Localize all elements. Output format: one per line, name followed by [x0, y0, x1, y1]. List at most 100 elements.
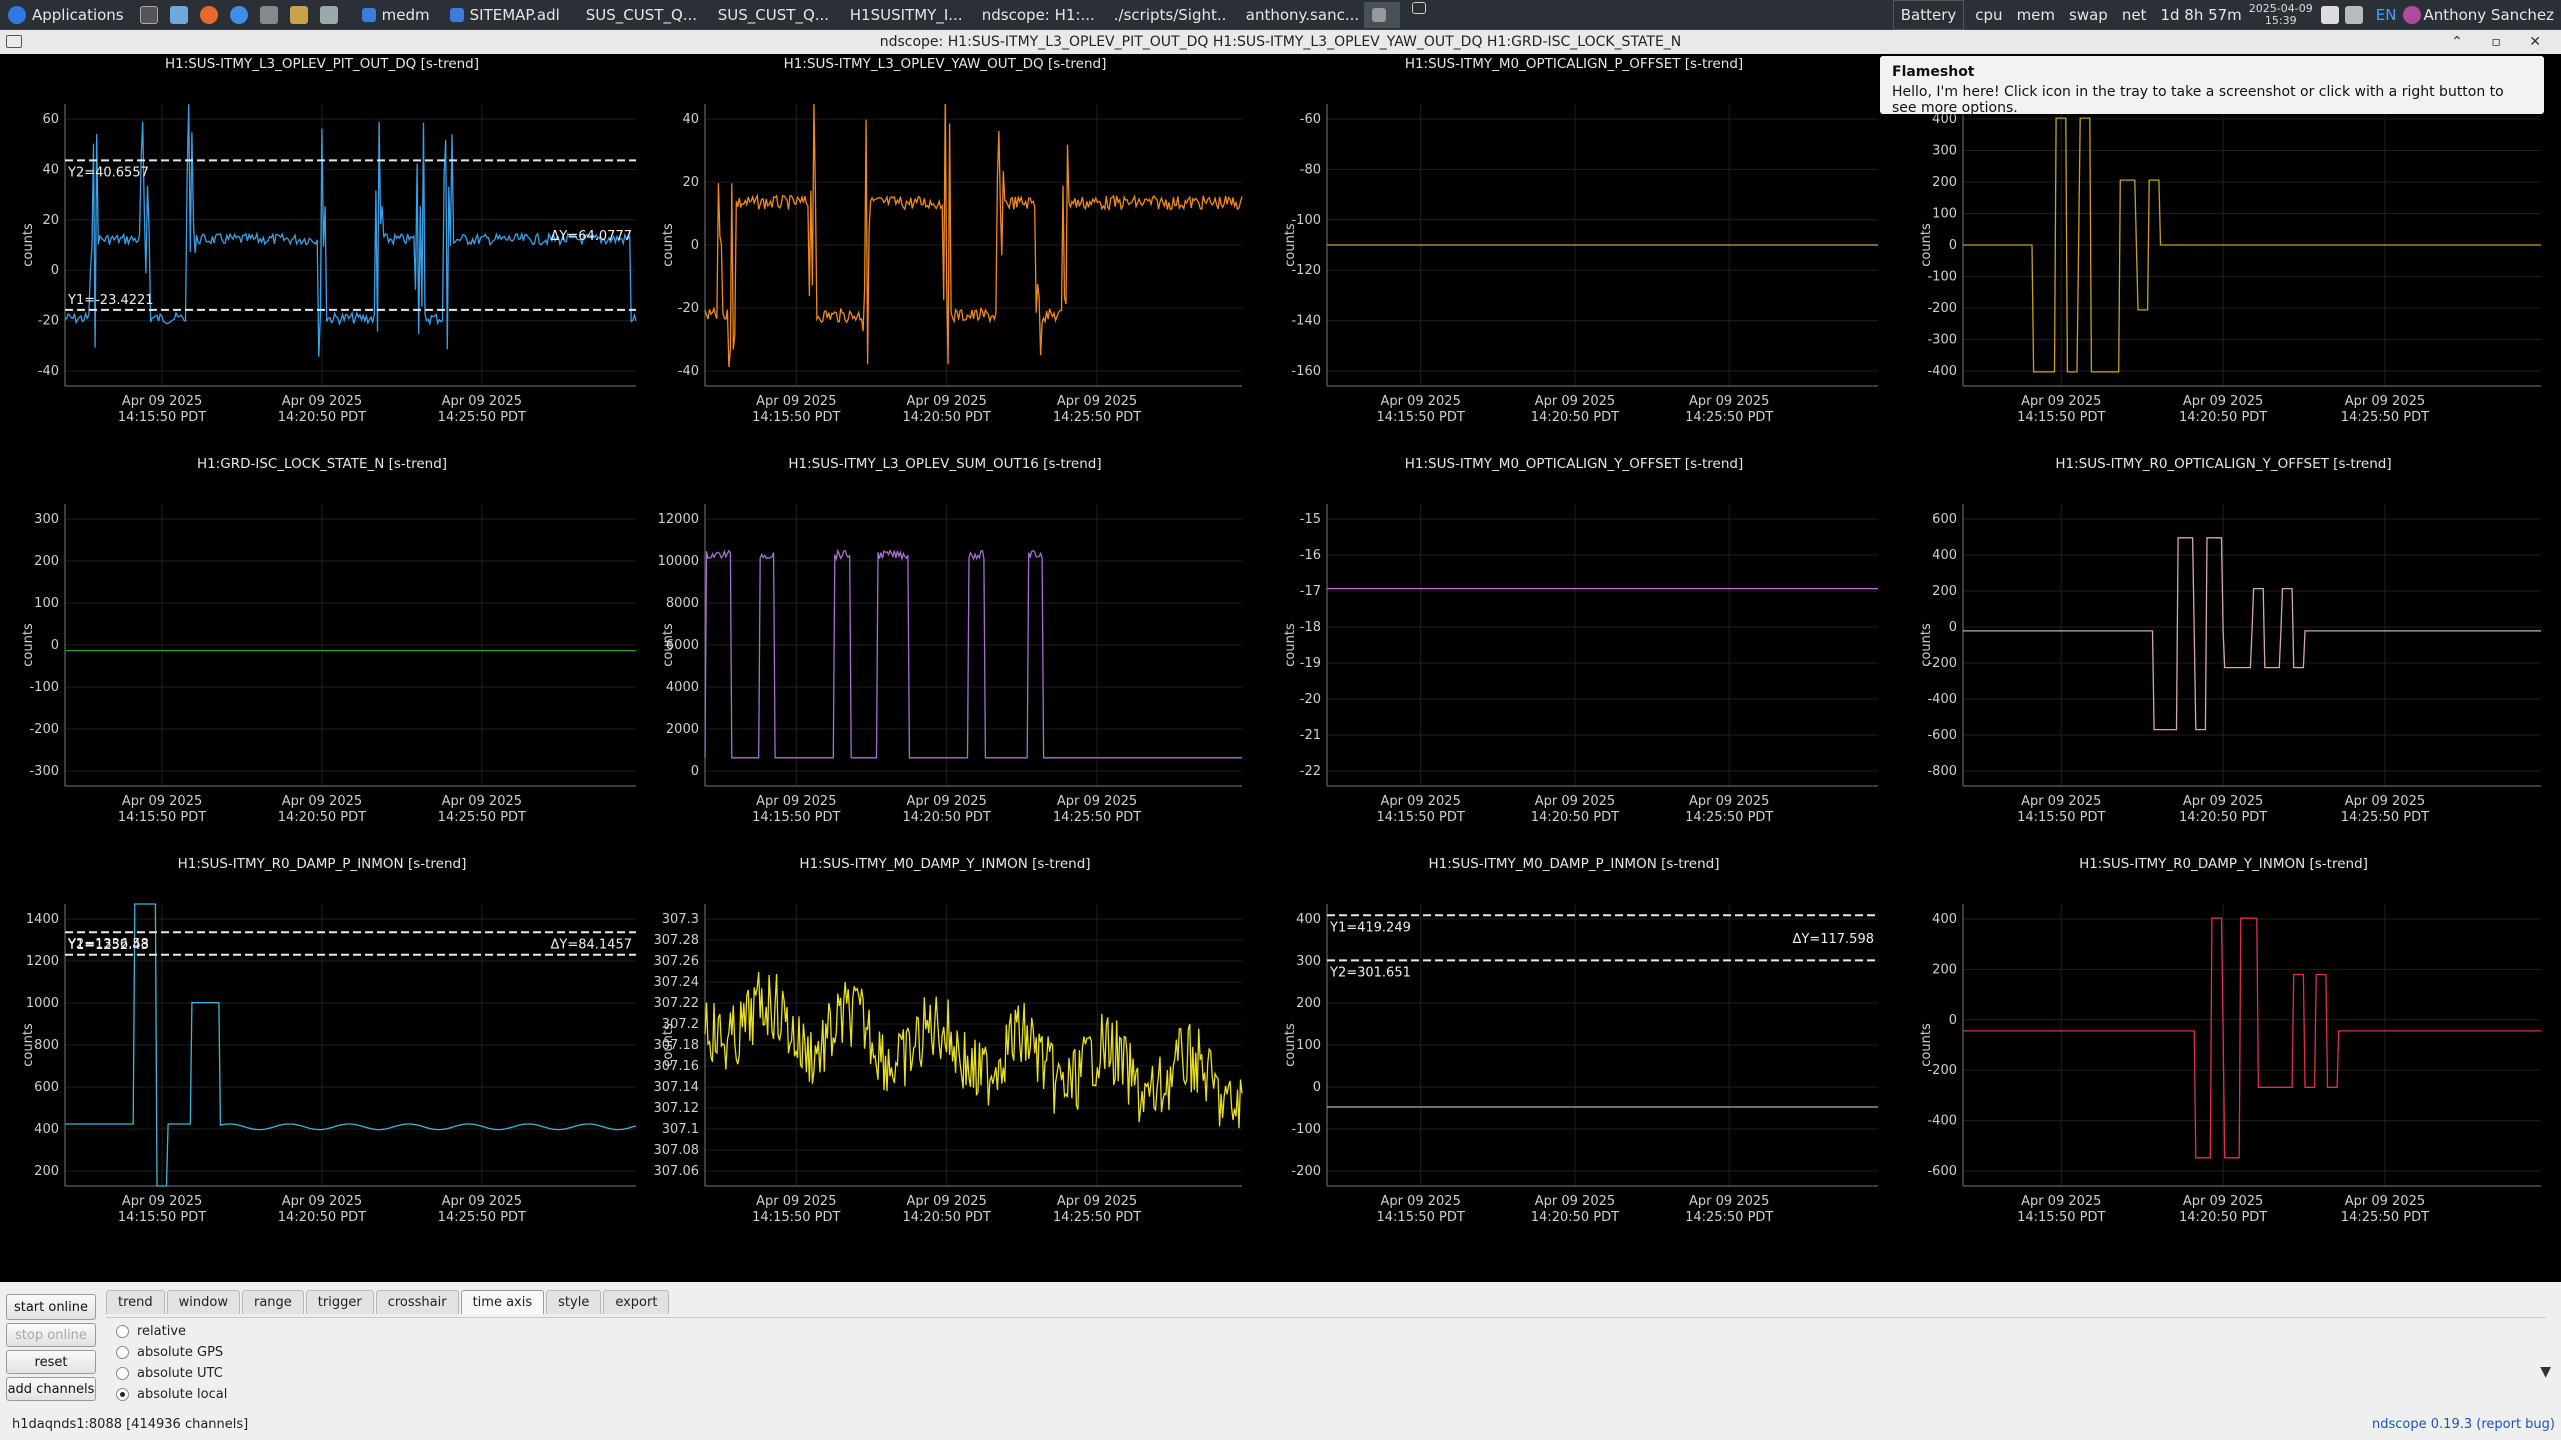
taskbar-task[interactable] — [1363, 1, 1400, 28]
swap-monitor[interactable]: swap — [2062, 0, 2115, 30]
plot-canvas[interactable]: counts3002001000-100-200-300Apr 09 20251… — [0, 454, 644, 854]
plot-panel[interactable]: H1:SUS-ITMY_M0_DAMP_Y_INMON [s-trend] cou… — [640, 854, 1250, 1254]
firefox-icon[interactable] — [199, 5, 218, 24]
tab-range[interactable]: range — [241, 1290, 304, 1314]
radio-option[interactable]: absolute UTC — [116, 1366, 223, 1381]
y-tick-label: -21 — [1300, 728, 1321, 743]
plot-panel[interactable]: H1:SUS-ITMY_R0_DAMP_Y_INMON [s-trend] cou… — [1898, 854, 2549, 1254]
plot-panel[interactable]: H1:SUS-ITMY_R0_DAMP_P_INMON [s-trend] cou… — [0, 854, 644, 1254]
add-channels-button[interactable]: add channels — [6, 1377, 96, 1401]
plot-panel[interactable]: H1:SUS-ITMY_L3_OPLEV_SUM_OUT16 [s-trend]… — [640, 454, 1250, 854]
keyboard-layout[interactable]: EN — [2369, 0, 2404, 30]
version-link[interactable]: ndscope 0.19.3 — [2372, 1417, 2472, 1432]
plot-canvas[interactable]: counts6040200-20-40Apr 09 202514:15:50 P… — [0, 54, 644, 454]
taskbar-task[interactable]: anthony.sanc... — [1232, 2, 1360, 28]
files-icon[interactable] — [289, 5, 308, 24]
taskbar-task[interactable]: ./scripts/Sight... — [1100, 2, 1228, 28]
window-controls[interactable]: ⌃ ▫ ✕ — [2451, 30, 2553, 54]
mem-monitor[interactable]: mem — [2010, 0, 2062, 30]
y-tick-label: 300 — [34, 512, 59, 527]
chevron-down-icon[interactable]: ▼ — [2540, 1364, 2551, 1380]
share-icon[interactable] — [259, 5, 278, 24]
version-info: ndscope 0.19.3 (report bug) — [2372, 1417, 2555, 1432]
network-tray-icon[interactable] — [2344, 5, 2363, 24]
x-tick-date: Apr 09 2025 — [442, 1194, 522, 1209]
plot-panel[interactable]: H1:SUS-ITMY_L3_OPLEV_PIT_OUT_DQ [s-trend… — [0, 54, 644, 454]
plot-canvas[interactable]: counts307.3307.28307.26307.24307.22307.2… — [640, 854, 1250, 1254]
crosshair-y2-label: Y1=419.249 — [1329, 920, 1411, 935]
net-monitor[interactable]: net — [2115, 0, 2154, 30]
y-tick-label: -100 — [1291, 213, 1321, 228]
plot-panel[interactable]: H1:GRD-ISC_LOCK_STATE_N [s-trend] counts 3… — [0, 454, 644, 854]
taskbar-task[interactable]: SITEMAP.adl — [442, 2, 568, 28]
tab-style[interactable]: style — [546, 1290, 602, 1314]
clock[interactable]: 2025-04-09 15:39 — [2249, 2, 2313, 27]
tab-window[interactable]: window — [166, 1290, 240, 1314]
terminal-icon[interactable] — [139, 5, 158, 24]
plot-panel[interactable]: H1:SUS-ITMY_L3_OPLEV_YAW_OUT_DQ [s-trend… — [640, 54, 1250, 454]
radio-option[interactable]: relative — [116, 1324, 186, 1339]
radio-button[interactable] — [116, 1367, 129, 1380]
plot-panel[interactable]: H1:SUS-ITMY_M0_OPTICALIGN_P_OFFSET [s-tr… — [1262, 54, 1886, 454]
plot-canvas[interactable]: counts40200-20-40Apr 09 202514:15:50 PDT… — [640, 54, 1250, 454]
y-tick-label: 307.06 — [654, 1164, 700, 1179]
taskbar-task[interactable]: H1SUSITMY_I... — [836, 2, 964, 28]
y-tick-label: -22 — [1300, 764, 1321, 779]
plot-canvas[interactable]: counts4002000-200-400-600Apr 09 202514:1… — [1898, 854, 2549, 1254]
plot-canvas[interactable]: counts120001000080006000400020000Apr 09 … — [640, 454, 1250, 854]
tab-time-axis[interactable]: time axis — [460, 1290, 545, 1314]
task-list: medm SITEMAP.adl SUS_CUST_Q... SUS_CUST_Q..… — [352, 1, 1432, 28]
flameshot-tray-icon[interactable] — [2320, 5, 2339, 24]
taskbar-task[interactable]: ndscope: H1:... — [968, 2, 1096, 28]
taskbar-task[interactable]: medm — [354, 2, 438, 28]
reset-button[interactable]: reset — [6, 1350, 96, 1374]
battery-monitor[interactable]: Battery — [1892, 0, 1965, 30]
plot-canvas[interactable]: counts140012001000800600400200Apr 09 202… — [0, 854, 644, 1254]
folder-icon[interactable] — [169, 5, 188, 24]
y-tick-label: -20 — [678, 301, 699, 316]
tab-export[interactable]: export — [603, 1290, 670, 1314]
notification-popup[interactable]: Flameshot Hello, I'm here! Click icon in… — [1880, 56, 2544, 116]
plot-canvas[interactable]: counts6004002000-200-400-600-800Apr 09 2… — [1898, 454, 2549, 854]
editor-icon[interactable] — [319, 5, 338, 24]
y-tick-label: 307.28 — [654, 933, 700, 948]
x-tick-date: Apr 09 2025 — [1689, 1194, 1769, 1209]
crosshair-y2-label: Y2=40.6557 — [67, 165, 149, 180]
x-tick-date: Apr 09 2025 — [122, 794, 202, 809]
y-tick-label: 307.16 — [654, 1059, 700, 1074]
plot-panel[interactable]: H1:SUS-ITMY_R0_OPTICALIGN_Y_OFFSET [s-tr… — [1898, 454, 2549, 854]
show-desktop-icon[interactable] — [1411, 1, 1426, 14]
x-tick-date: Apr 09 2025 — [2183, 1194, 2263, 1209]
tab-trend[interactable]: trend — [106, 1290, 165, 1314]
plot-panel[interactable]: H1:SUS-ITMY_M0_DAMP_P_INMON [s-trend] cou… — [1262, 854, 1886, 1254]
taskbar-task[interactable]: SUS_CUST_Q... — [572, 2, 700, 28]
x-tick-date: Apr 09 2025 — [2183, 394, 2263, 409]
plot-panel[interactable]: H1:SUS-ITMY_M0_OPTICALIGN_Y_OFFSET [s-tr… — [1262, 454, 1886, 854]
x-tick-date: Apr 09 2025 — [756, 1194, 836, 1209]
radio-button[interactable] — [116, 1346, 129, 1359]
x-tick-date: Apr 09 2025 — [2021, 1194, 2101, 1209]
radio-button[interactable] — [116, 1325, 129, 1338]
plot-canvas[interactable]: counts4003002001000-100-200Apr 09 202514… — [1262, 854, 1886, 1254]
y-tick-label: 200 — [1932, 584, 1957, 599]
start-online-button[interactable]: start online — [6, 1294, 96, 1320]
radio-option[interactable]: absolute local — [116, 1387, 227, 1402]
radio-option[interactable]: absolute GPS — [116, 1345, 223, 1360]
user-name[interactable]: Anthony Sanchez — [2423, 0, 2561, 30]
x-tick-date: Apr 09 2025 — [282, 1194, 362, 1209]
window-titlebar[interactable]: ndscope: H1:SUS-ITMY_L3_OPLEV_PIT_OUT_DQ… — [0, 30, 2561, 54]
tab-trigger[interactable]: trigger — [305, 1290, 374, 1314]
plot-canvas[interactable]: counts -15 -16 -17 -18 -19 -20 -21 -22 Apr 09 202… — [1262, 454, 1886, 854]
report-bug-link[interactable]: (report bug) — [2476, 1417, 2555, 1432]
radio-button[interactable] — [116, 1388, 129, 1401]
taskbar-task[interactable]: SUS_CUST_Q... — [704, 2, 832, 28]
crosshair-delta-label: ΔY=84.1457 — [551, 937, 633, 952]
plot-canvas[interactable]: counts-60-80-100-120-140-160Apr 09 20251… — [1262, 54, 1886, 454]
chrome-icon[interactable] — [229, 5, 248, 24]
tab-crosshair[interactable]: crosshair — [375, 1290, 459, 1314]
applications-menu[interactable]: Applications — [0, 0, 132, 30]
cpu-monitor[interactable]: cpu — [1968, 0, 2009, 30]
task-app-icon — [1371, 7, 1386, 22]
notification-title: Flameshot — [1892, 64, 1975, 80]
x-tick-date: Apr 09 2025 — [1535, 1194, 1615, 1209]
